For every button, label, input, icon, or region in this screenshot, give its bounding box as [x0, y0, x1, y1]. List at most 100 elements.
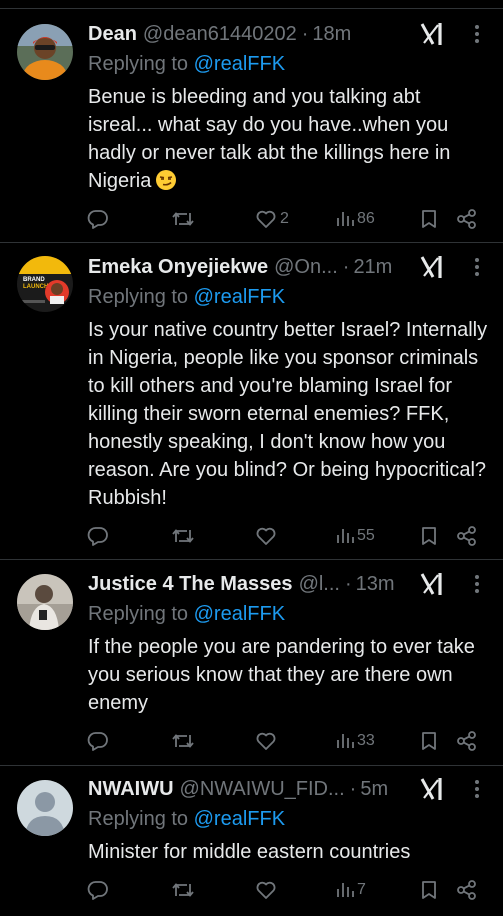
reply-button[interactable]	[87, 875, 109, 905]
repost-button[interactable]	[171, 875, 195, 905]
repost-icon	[172, 734, 194, 748]
separator-dot: ·	[349, 777, 357, 800]
bookmark-button[interactable]	[419, 204, 439, 234]
reply-button[interactable]	[87, 726, 109, 756]
smirking-face-icon	[156, 170, 177, 190]
more-options-icon[interactable]	[467, 254, 487, 280]
user-handle[interactable]: @dean61440202	[143, 23, 297, 46]
bookmark-icon	[422, 881, 436, 899]
reply-tweet[interactable]: BRAND LAUNCH Emeka Onyejiekwe @On... · 2…	[0, 243, 503, 560]
timestamp[interactable]: 21m	[353, 256, 392, 279]
avatar[interactable]	[17, 780, 73, 836]
bookmark-icon	[422, 527, 436, 545]
bookmark-button[interactable]	[419, 726, 439, 756]
share-icon	[457, 526, 476, 546]
heart-icon	[256, 527, 276, 545]
view-count: 33	[357, 732, 375, 749]
tweet-text-content: Benue is bleeding and you talking abt is…	[88, 86, 451, 192]
tweet-text: If the people you are pandering to ever …	[88, 636, 475, 714]
reply-tweet[interactable]: NWAIWU @NWAIWU_FID... · 5m Replying to @…	[0, 766, 503, 916]
repost-icon	[172, 883, 194, 897]
like-button[interactable]	[255, 726, 277, 756]
like-button[interactable]	[255, 875, 277, 905]
repost-button[interactable]	[171, 204, 195, 234]
display-name[interactable]: Emeka Onyejiekwe	[88, 256, 268, 279]
grok-icon[interactable]	[419, 571, 445, 597]
display-name[interactable]: Dean	[88, 23, 137, 46]
more-options-icon[interactable]	[467, 776, 487, 802]
share-button[interactable]	[456, 521, 478, 551]
views-button[interactable]: 86	[336, 204, 375, 234]
share-icon	[457, 880, 476, 900]
heart-icon	[256, 881, 276, 899]
views-button[interactable]: 55	[336, 521, 375, 551]
view-count: 86	[357, 210, 375, 227]
like-button[interactable]	[255, 521, 277, 551]
user-handle[interactable]: @l...	[299, 573, 340, 596]
timestamp[interactable]: 13m	[356, 573, 395, 596]
reply-icon	[87, 210, 108, 229]
grok-icon[interactable]	[419, 254, 445, 280]
timestamp[interactable]: 5m	[360, 778, 388, 801]
action-bar: 7	[0, 875, 503, 905]
separator-dot: ·	[342, 255, 350, 278]
views-button[interactable]: 7	[336, 875, 366, 905]
view-count: 7	[357, 881, 366, 898]
share-icon	[457, 209, 476, 229]
reply-tweet[interactable]: Justice 4 The Masses @l... · 13m Replyin…	[0, 560, 503, 766]
like-button[interactable]: 2	[255, 204, 289, 234]
mention-link[interactable]: @realFFK	[194, 286, 285, 308]
mention-link[interactable]: @realFFK	[194, 53, 285, 75]
share-button[interactable]	[456, 204, 478, 234]
analytics-icon	[337, 529, 354, 543]
analytics-icon	[337, 212, 354, 226]
replying-prefix: Replying to	[88, 53, 194, 75]
replying-to: Replying to @realFFK	[88, 286, 285, 309]
separator-dot: ·	[301, 22, 309, 45]
display-name[interactable]: NWAIWU	[88, 778, 174, 801]
timestamp[interactable]: 18m	[312, 23, 351, 46]
user-handle[interactable]: @NWAIWU_FID...	[180, 778, 345, 801]
mention-link[interactable]: @realFFK	[194, 808, 285, 830]
repost-icon	[172, 529, 194, 543]
grok-icon[interactable]	[419, 21, 445, 47]
reply-button[interactable]	[87, 204, 109, 234]
bookmark-button[interactable]	[419, 875, 439, 905]
repost-icon	[172, 212, 194, 226]
replying-prefix: Replying to	[88, 286, 194, 308]
replying-prefix: Replying to	[88, 603, 194, 625]
bookmark-icon	[422, 210, 436, 228]
grok-icon[interactable]	[419, 776, 445, 802]
heart-icon	[256, 210, 276, 228]
bookmark-button[interactable]	[419, 521, 439, 551]
mention-link[interactable]: @realFFK	[194, 603, 285, 625]
more-options-icon[interactable]	[467, 571, 487, 597]
avatar[interactable]	[17, 574, 73, 630]
more-options-icon[interactable]	[467, 21, 487, 47]
reply-icon	[87, 527, 108, 546]
avatar-launch-text: LAUNCH	[23, 284, 48, 290]
analytics-icon	[337, 883, 354, 897]
reply-icon	[87, 881, 108, 900]
avatar[interactable]	[17, 24, 73, 80]
replying-to: Replying to @realFFK	[88, 603, 285, 626]
repost-button[interactable]	[171, 521, 195, 551]
replying-to: Replying to @realFFK	[88, 53, 285, 76]
avatar[interactable]: BRAND LAUNCH	[17, 256, 73, 312]
share-button[interactable]	[456, 875, 478, 905]
reply-tweet[interactable]: Dean @dean61440202 · 18m Replying to @re…	[0, 9, 503, 243]
repost-button[interactable]	[171, 726, 195, 756]
analytics-icon	[337, 734, 354, 748]
views-button[interactable]: 33	[336, 726, 375, 756]
share-icon	[457, 731, 476, 751]
action-bar: 2 86	[0, 204, 503, 234]
bookmark-icon	[422, 732, 436, 750]
reply-button[interactable]	[87, 521, 109, 551]
share-button[interactable]	[456, 726, 478, 756]
heart-icon	[256, 732, 276, 750]
replying-to: Replying to @realFFK	[88, 808, 285, 831]
like-count: 2	[280, 210, 289, 227]
tweet-text: Benue is bleeding and you talking abt is…	[88, 83, 487, 195]
display-name[interactable]: Justice 4 The Masses	[88, 573, 293, 596]
user-handle[interactable]: @On...	[274, 256, 338, 279]
